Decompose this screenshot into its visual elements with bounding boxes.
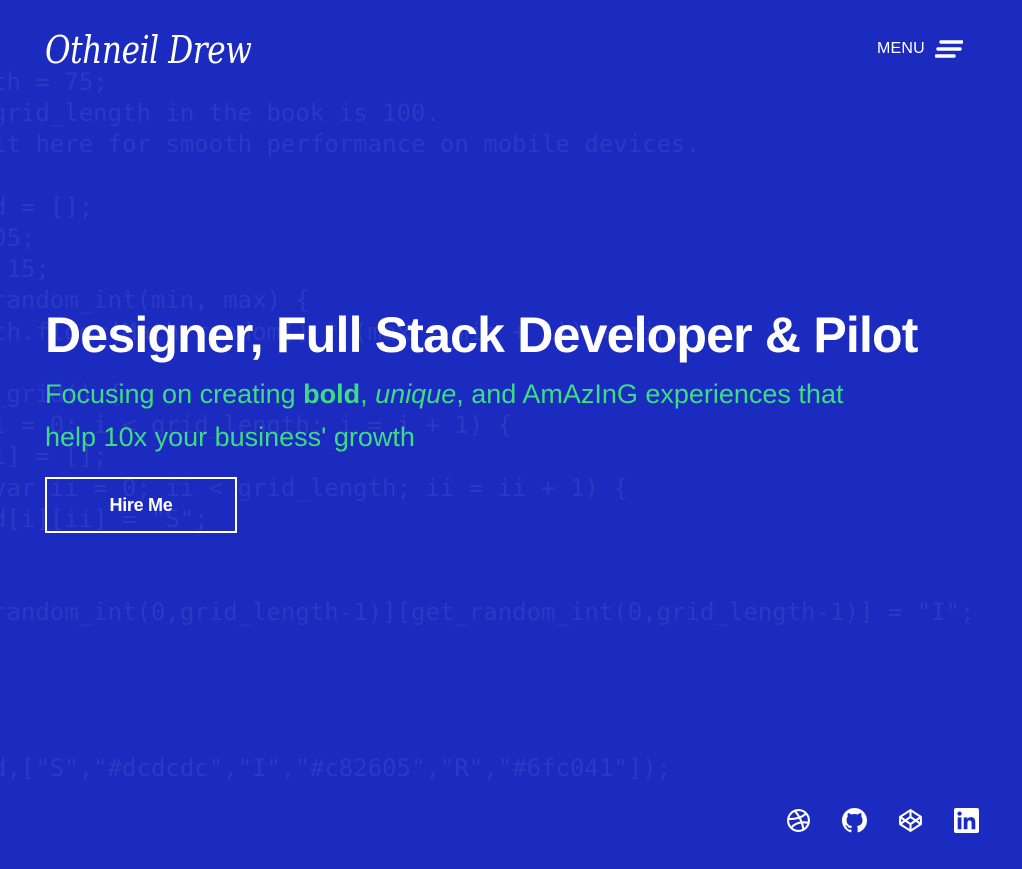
codepen-link[interactable] <box>898 808 923 833</box>
code-line: it here for smooth performance on mobile… <box>0 130 701 159</box>
social-links <box>786 808 979 833</box>
menu-label: MENU <box>877 40 925 57</box>
hire-me-button[interactable]: Hire Me <box>45 477 237 533</box>
code-line: 05; <box>0 224 36 252</box>
github-icon <box>842 808 867 833</box>
code-line: d,["S","#dcdcdc","I","#c82605","R","#6fc… <box>0 754 672 783</box>
site-logo[interactable]: Othneil Drew <box>45 28 252 72</box>
linkedin-link[interactable] <box>954 808 979 833</box>
subline-part2: , <box>360 379 376 409</box>
github-link[interactable] <box>842 808 867 833</box>
code-line: random_int(0,grid_length-1)][get_random_… <box>0 598 975 627</box>
codepen-icon <box>899 809 922 832</box>
hero-subline: Focusing on creating bold, unique, and A… <box>45 373 865 459</box>
menu-button[interactable]: MENU <box>877 40 963 58</box>
dribbble-icon <box>787 809 810 832</box>
code-line: grid_length in the book is 100. <box>0 99 440 128</box>
dribbble-link[interactable] <box>786 808 811 833</box>
code-line: d = []; <box>0 192 94 221</box>
hero-headline: Designer, Full Stack Developer & Pilot <box>45 307 918 363</box>
subline-part1: Focusing on creating <box>45 379 304 409</box>
subline-italic: unique <box>375 379 457 409</box>
hamburger-menu-icon <box>934 40 963 58</box>
subline-bold: bold <box>303 379 361 409</box>
linkedin-icon <box>954 808 979 833</box>
hero-section: Designer, Full Stack Developer & Pilot F… <box>45 308 918 459</box>
code-line: th = 75; <box>0 68 108 96</box>
code-line: 15; <box>6 255 50 284</box>
